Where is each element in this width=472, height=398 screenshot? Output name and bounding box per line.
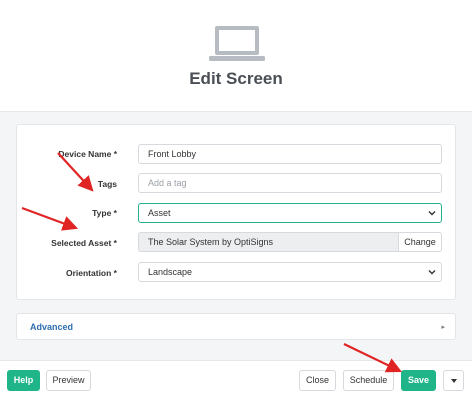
close-button[interactable]: Close xyxy=(299,370,336,391)
preview-button[interactable]: Preview xyxy=(46,370,91,391)
chevron-down-icon xyxy=(428,211,436,216)
orientation-label: Orientation * xyxy=(65,268,117,278)
type-select-value: Asset xyxy=(148,208,171,218)
caret-down-icon xyxy=(451,379,457,383)
device-name-label: Device Name * xyxy=(58,149,117,159)
footer-toolbar: Help Preview Close Schedule Save xyxy=(0,360,472,398)
advanced-section-toggle[interactable]: Advanced ▸ xyxy=(16,313,456,340)
selected-asset-field: The Solar System by OptiSigns xyxy=(138,232,398,252)
device-name-field[interactable]: Front Lobby xyxy=(138,144,442,164)
save-options-dropdown[interactable] xyxy=(443,370,464,391)
device-form-panel: Device Name * Front Lobby Tags Add a tag… xyxy=(16,124,456,300)
selected-asset-label: Selected Asset * xyxy=(51,238,117,248)
orientation-select[interactable]: Landscape xyxy=(138,262,442,282)
orientation-select-value: Landscape xyxy=(148,267,193,277)
schedule-button[interactable]: Schedule xyxy=(343,370,394,391)
chevron-down-icon xyxy=(428,270,436,275)
help-button[interactable]: Help xyxy=(7,370,40,391)
header: Edit Screen xyxy=(0,0,472,112)
page-title: Edit Screen xyxy=(189,69,283,88)
chevron-right-icon: ▸ xyxy=(441,324,445,331)
advanced-label: Advanced xyxy=(30,322,74,332)
laptop-icon xyxy=(209,26,265,61)
tags-label: Tags xyxy=(97,179,117,189)
type-select[interactable]: Asset xyxy=(138,203,442,223)
tags-input[interactable]: Add a tag xyxy=(138,173,442,193)
type-label: Type * xyxy=(92,208,117,218)
change-asset-button[interactable]: Change xyxy=(398,232,442,252)
save-button[interactable]: Save xyxy=(401,370,436,391)
